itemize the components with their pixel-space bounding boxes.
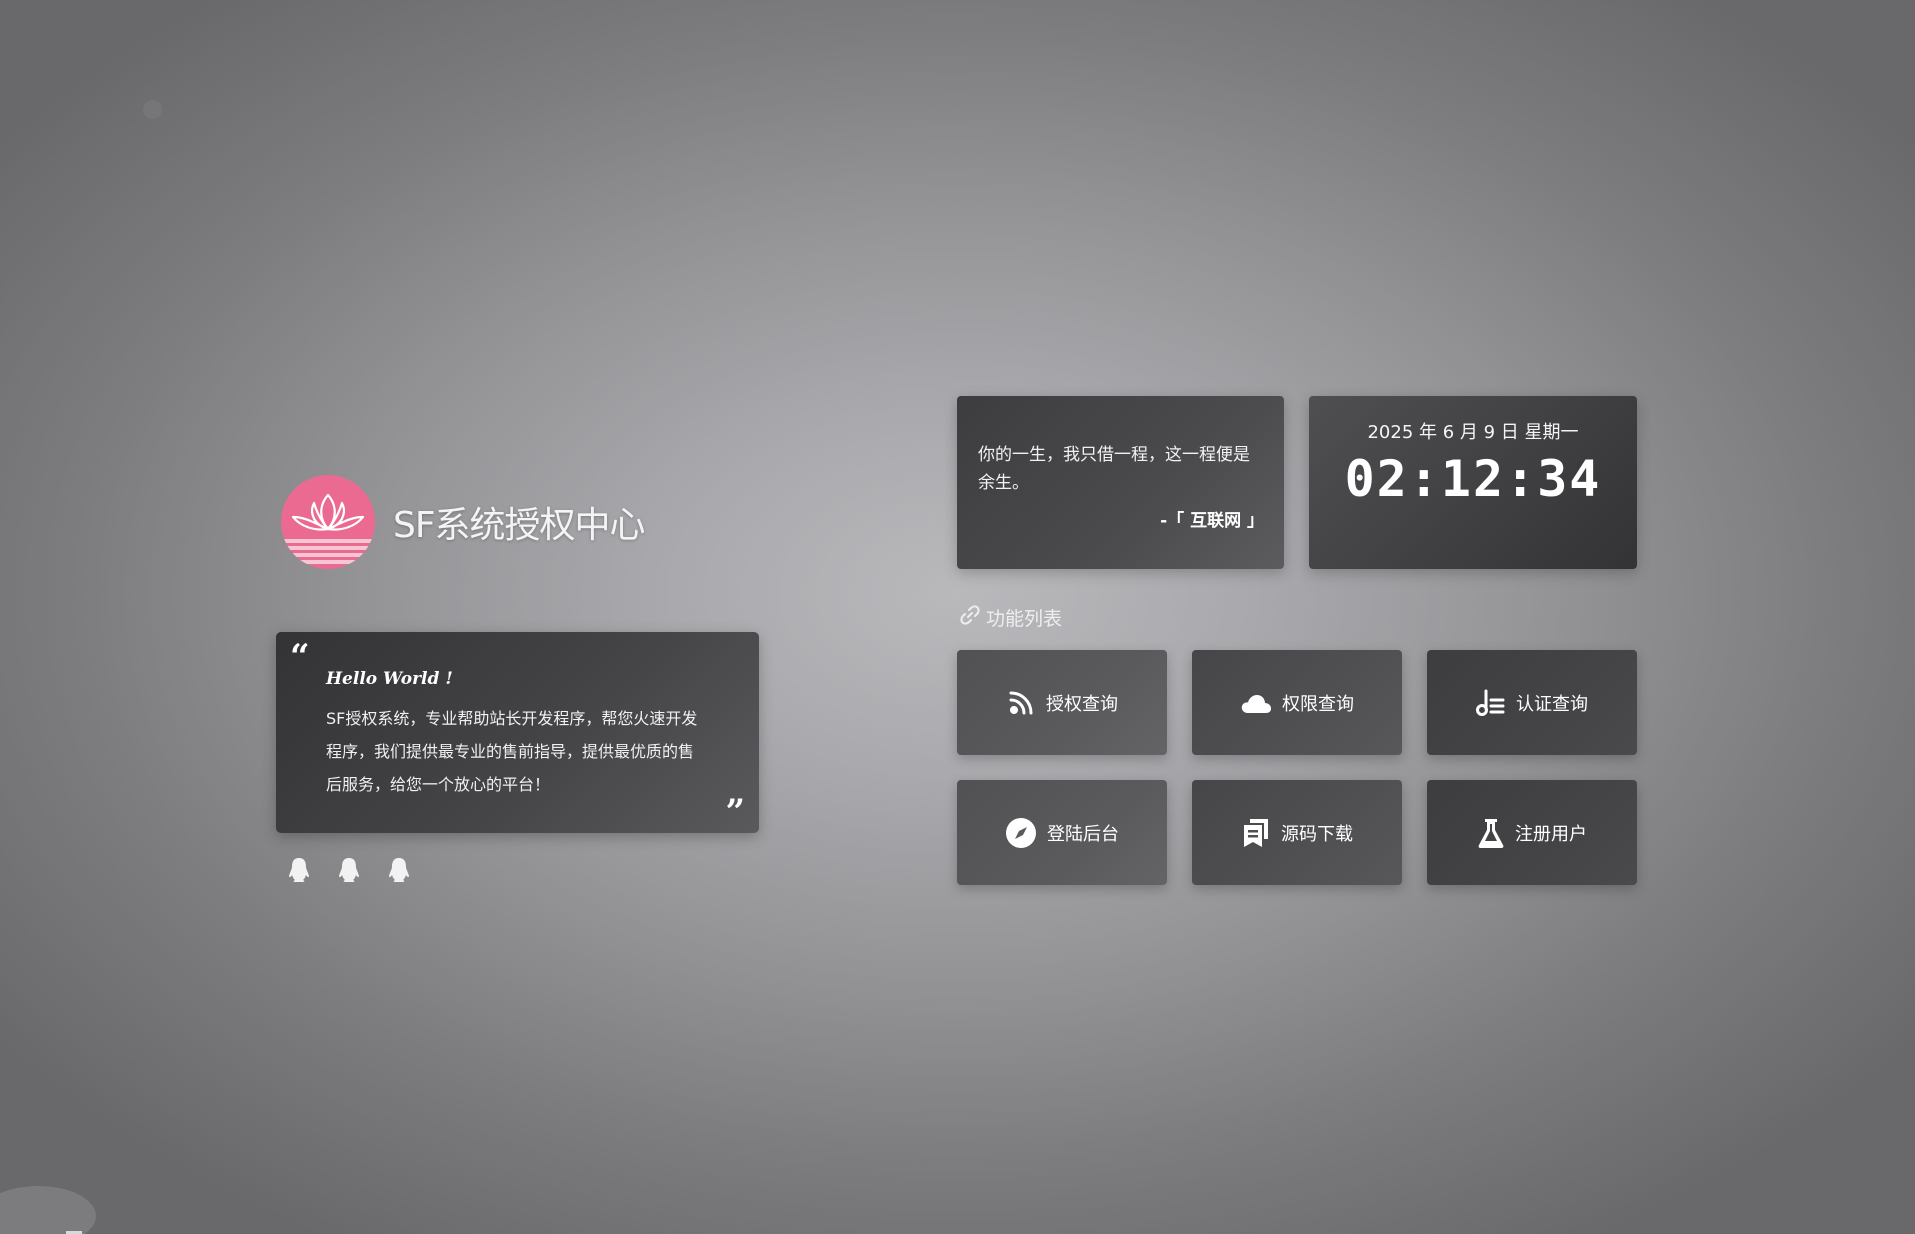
source-download-label: 源码下载	[1281, 823, 1353, 845]
rss-icon	[1006, 688, 1036, 718]
lotus-logo-icon	[281, 475, 375, 569]
site-title: SF系统授权中心	[393, 505, 646, 546]
open-quote-icon: “	[290, 637, 310, 677]
qq-icon[interactable]	[387, 857, 411, 883]
quote-source: -「 互联网 」	[1160, 511, 1264, 531]
clock-card: 2025 年 6 月 9 日 星期一 02:12:34	[1309, 396, 1637, 569]
certification-query-button[interactable]: 认证查询	[1427, 650, 1637, 755]
intro-description: SF授权系统，专业帮助站长开发程序，帮您火速开发程序，我们提供最专业的售前指导，…	[326, 709, 698, 794]
compass-icon	[1005, 817, 1037, 849]
contact-links	[287, 857, 411, 883]
admin-login-button[interactable]: 登陆后台	[957, 780, 1167, 885]
quote-text: 你的一生，我只借一程，这一程便是余生。	[978, 445, 1250, 493]
intro-card: “ Hello World ! SF授权系统，专业帮助站长开发程序，帮您火速开发…	[276, 632, 759, 833]
auth-query-label: 授权查询	[1046, 693, 1118, 715]
qq-icon[interactable]	[287, 857, 311, 883]
auth-query-button[interactable]: 授权查询	[957, 650, 1167, 755]
source-download-button[interactable]: 源码下载	[1192, 780, 1402, 885]
admin-login-label: 登陆后台	[1047, 823, 1119, 845]
download-icon	[1241, 817, 1271, 849]
permission-query-button[interactable]: 权限查询	[1192, 650, 1402, 755]
clock-time: 02:12:34	[1344, 450, 1602, 508]
brand-header: SF系统授权中心	[281, 475, 646, 569]
flask-icon	[1477, 817, 1505, 849]
intro-greeting: Hello World !	[326, 669, 453, 689]
register-user-label: 注册用户	[1515, 823, 1587, 845]
corner-decoration	[0, 1186, 96, 1234]
link-icon	[960, 605, 980, 630]
permission-query-label: 权限查询	[1282, 693, 1354, 715]
register-user-button[interactable]: 注册用户	[1427, 780, 1637, 885]
feature-list-heading: 功能列表	[960, 604, 1062, 631]
quote-card: 你的一生，我只借一程，这一程便是余生。 -「 互联网 」	[957, 396, 1284, 569]
decorative-dot	[143, 100, 162, 119]
cloud-icon	[1240, 691, 1272, 715]
music-list-icon	[1476, 688, 1506, 718]
qq-icon[interactable]	[337, 857, 361, 883]
certification-query-label: 认证查询	[1516, 693, 1588, 715]
close-quote-icon: ”	[725, 792, 745, 832]
clock-date: 2025 年 6 月 9 日 星期一	[1367, 422, 1579, 443]
feature-heading-label: 功能列表	[986, 608, 1063, 630]
